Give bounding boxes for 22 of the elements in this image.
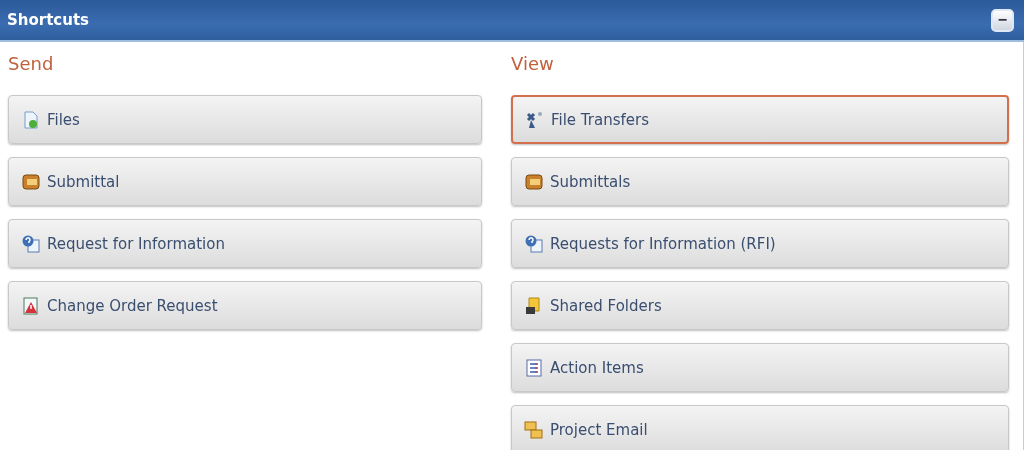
shortcut-button[interactable]: File Transfers — [511, 95, 1009, 144]
section-heading: Send — [8, 52, 55, 76]
shortcut-button[interactable]: Files — [8, 95, 482, 144]
shortcut-button[interactable]: Request for Information — [8, 219, 482, 268]
panel-title: Shortcuts — [7, 11, 90, 29]
shortcut-button[interactable]: Project Email — [511, 405, 1009, 450]
question-document-icon — [21, 233, 41, 254]
document-warning-icon — [21, 295, 41, 316]
shortcut-button[interactable]: Change Order Request — [8, 281, 482, 330]
shortcut-button[interactable]: Action Items — [511, 343, 1009, 392]
shortcut-button[interactable]: Shared Folders — [511, 281, 1009, 330]
book-icon — [524, 171, 544, 192]
collapse-button[interactable]: − — [991, 8, 1014, 32]
checklist-icon — [524, 357, 544, 378]
shortcut-button[interactable]: Submittal — [8, 157, 482, 206]
shortcut-button[interactable]: Submittals — [511, 157, 1009, 206]
envelopes-icon — [524, 419, 544, 440]
shortcut-button[interactable]: Requests for Information (RFI) — [511, 219, 1009, 268]
section-heading: View — [511, 52, 555, 76]
book-icon — [21, 171, 41, 192]
question-document-icon — [524, 233, 544, 254]
document-add-icon — [21, 109, 41, 130]
